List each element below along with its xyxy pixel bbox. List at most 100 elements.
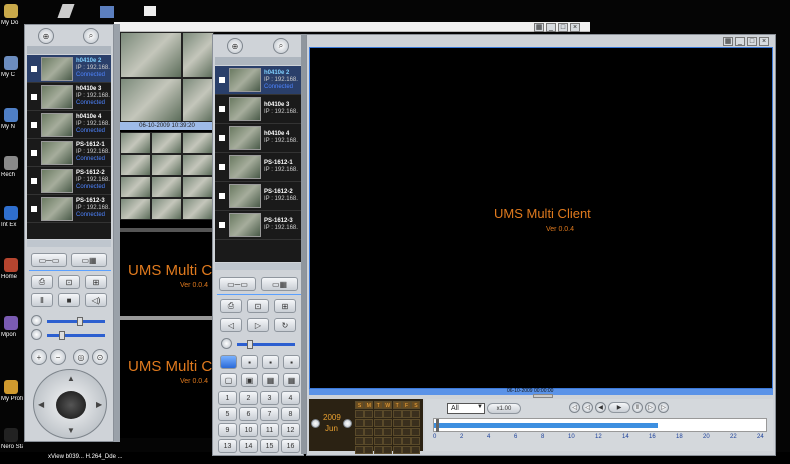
layout-9-button[interactable]: ▪ (262, 355, 279, 369)
calendar-day[interactable] (402, 437, 411, 445)
calendar-day[interactable] (383, 428, 393, 436)
focus-near-icon[interactable]: ◎ (73, 349, 89, 365)
timeline-cursor[interactable] (436, 419, 439, 432)
camera-checkbox[interactable] (219, 77, 225, 83)
calendar-day[interactable] (411, 410, 421, 418)
slider-thumb[interactable] (247, 340, 253, 349)
volume-slider[interactable] (237, 340, 295, 349)
desktop-icon-label[interactable]: Nero StartSmart (1, 444, 23, 450)
forward-icon[interactable]: ▷ (247, 318, 269, 332)
calendar-day[interactable] (373, 446, 383, 454)
record-icon[interactable]: ⊡ (247, 299, 269, 313)
snapshot-icon[interactable]: ⎙ (31, 275, 53, 289)
arrow-down-icon[interactable]: ▼ (67, 426, 75, 435)
calendar-day[interactable] (355, 428, 364, 436)
calendar-day[interactable] (364, 446, 374, 454)
channel-button-16[interactable]: 16 (281, 439, 300, 453)
channel-button-9[interactable]: 9 (218, 423, 237, 437)
grid-icon[interactable]: ▦ (534, 23, 544, 32)
camera-list-item[interactable]: h0410e 2 IP : 192.168. Connected (215, 66, 301, 95)
calendar-day[interactable] (402, 428, 411, 436)
calendar-day[interactable] (364, 437, 374, 445)
channel-button-15[interactable]: 15 (260, 439, 279, 453)
calendar-day[interactable] (402, 446, 411, 454)
video-cell[interactable] (182, 132, 213, 154)
desktop-icon-label[interactable]: My C (1, 72, 23, 78)
channel-button-14[interactable]: 14 (239, 439, 258, 453)
record-icon[interactable]: ⊡ (58, 275, 80, 289)
video-cell[interactable] (182, 32, 214, 78)
rewind-icon[interactable]: ◁ (569, 402, 580, 413)
calendar-day[interactable] (392, 437, 402, 445)
speed-button[interactable]: x1.00 (487, 403, 521, 414)
refresh-icon[interactable]: ↻ (274, 318, 296, 332)
minimize-icon[interactable]: _ (735, 37, 745, 46)
calendar-day[interactable] (373, 437, 383, 445)
channel-button-11[interactable]: 11 (260, 423, 279, 437)
next-month-icon[interactable] (343, 419, 352, 428)
volume-slider[interactable] (47, 317, 105, 326)
focus-far-icon[interactable]: ⊙ (92, 349, 108, 365)
expand-handle[interactable] (533, 394, 553, 398)
taskbar-label[interactable]: xView b039... H.264_Dde ... (48, 454, 123, 460)
channel-button-1[interactable]: 1 (218, 391, 237, 405)
camera-list-item[interactable]: h0410e 3 IP : 192.168. (215, 95, 301, 124)
video-cell[interactable] (120, 176, 151, 198)
camera-checkbox[interactable] (219, 164, 225, 170)
video-cell[interactable] (120, 154, 151, 176)
calendar-day[interactable] (373, 419, 383, 427)
camera-checkbox[interactable] (31, 205, 37, 212)
desktop-icon-label[interactable]: My Profi (1, 396, 23, 402)
pause-icon[interactable]: Ⅱ (31, 293, 53, 307)
search-icon[interactable]: ⌕ (273, 38, 289, 54)
main-video-area[interactable]: UMS Multi Client Ver 0.0.4 (309, 47, 773, 389)
camera-list-item[interactable]: PS-1612-3 IP : 192.168. Connected (27, 195, 111, 223)
layout-1-button[interactable] (220, 355, 237, 369)
maximize-icon[interactable]: □ (558, 23, 568, 32)
profile-icon[interactable] (4, 380, 18, 394)
single-view-button[interactable]: ▭─▭ (31, 253, 67, 267)
mic-slider[interactable] (47, 331, 105, 340)
layout-icon[interactable]: ⊞ (85, 275, 107, 289)
single-view-button[interactable]: ▭─▭ (219, 277, 256, 291)
volume-icon[interactable] (221, 338, 232, 349)
multi-view-button[interactable]: ▭▦ (71, 253, 107, 267)
slider-thumb[interactable] (59, 331, 65, 340)
internet-icon[interactable] (4, 206, 18, 220)
calendar-day[interactable] (392, 446, 402, 454)
layout-icon[interactable]: ⊞ (274, 299, 296, 313)
arrow-up-icon[interactable]: ▲ (67, 374, 75, 383)
horizontal-scrollbar[interactable] (215, 263, 301, 270)
calendar-day[interactable] (373, 410, 383, 418)
backward-icon[interactable]: ◁ (220, 318, 242, 332)
camera-checkbox[interactable] (31, 121, 37, 128)
camera-list-item[interactable]: PS-1612-3 IP : 192.168. (215, 211, 301, 240)
calendar-day[interactable] (373, 428, 383, 436)
video-cell[interactable] (120, 132, 151, 154)
desktop-icon-label[interactable]: Int Ex (1, 222, 23, 228)
video-cell[interactable] (120, 78, 182, 122)
channel-button-13[interactable]: 13 (218, 439, 237, 453)
search-icon[interactable]: ⌕ (83, 28, 99, 44)
layout-13-button[interactable]: ▦ (283, 373, 300, 387)
desktop-icon-label[interactable]: My N (1, 124, 23, 130)
channel-button-5[interactable]: 5 (218, 407, 237, 421)
stop-icon[interactable]: ■ (58, 293, 80, 307)
ptz-joystick[interactable]: ▲ ▼ ◀ ▶ (33, 369, 107, 439)
video-cell[interactable] (151, 176, 182, 198)
calendar-day[interactable] (364, 419, 374, 427)
desktop-icon-label[interactable]: Mpon (1, 332, 23, 338)
add-icon[interactable]: ⊕ (38, 28, 54, 44)
fast-forward-icon[interactable]: ▷ (658, 402, 669, 413)
recycle-icon[interactable] (4, 156, 18, 170)
video-cell[interactable] (182, 78, 214, 122)
play-backward-icon[interactable]: ◀ (595, 402, 606, 413)
play-icon[interactable]: ▶ (608, 402, 630, 413)
camera-list-item[interactable]: PS-1612-2 IP : 192.168. (215, 182, 301, 211)
calendar-day[interactable] (355, 419, 364, 427)
close-icon[interactable]: × (759, 37, 769, 46)
speaker-icon[interactable]: ◁) (85, 293, 107, 307)
desktop-icon-label[interactable]: Rech (1, 172, 23, 178)
camera-list-item[interactable]: PS-1612-1 IP : 192.168. (215, 153, 301, 182)
calendar-day[interactable] (411, 419, 421, 427)
